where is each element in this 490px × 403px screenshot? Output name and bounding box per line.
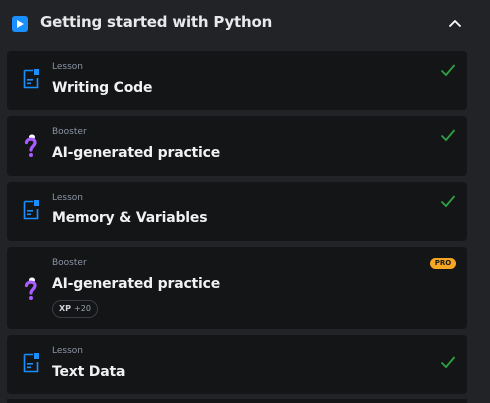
section-header[interactable]: Getting started with Python	[0, 0, 490, 48]
checkmark-icon	[440, 129, 456, 142]
play-icon	[12, 16, 28, 32]
checkmark-icon	[440, 64, 456, 77]
document-icon	[23, 69, 39, 89]
checkmark-icon	[440, 356, 456, 369]
item-type: Booster	[52, 127, 87, 137]
item-type: Lesson	[52, 346, 83, 356]
item-title: AI-generated practice	[52, 276, 221, 292]
list-item[interactable]: Lesson Writing Code	[7, 51, 467, 110]
document-icon	[23, 353, 39, 373]
section-title: Getting started with Python	[40, 13, 273, 31]
item-type: Lesson	[52, 193, 83, 203]
xp-label: XP	[59, 304, 72, 313]
item-title: Writing Code	[52, 80, 153, 96]
item-type: Lesson	[52, 62, 83, 72]
question-mark-icon	[24, 277, 37, 300]
pro-badge: PRO	[430, 258, 456, 269]
next-list-item-edge	[7, 399, 467, 403]
xp-value: +20	[74, 304, 91, 313]
item-title: Text Data	[52, 364, 126, 380]
item-title: Memory & Variables	[52, 210, 208, 226]
list-item[interactable]: Lesson Memory & Variables	[7, 182, 467, 241]
list-item[interactable]: Lesson Text Data	[7, 335, 467, 394]
list-item[interactable]: Booster AI-generated practice PRO XP +20	[7, 247, 467, 329]
question-mark-icon	[24, 134, 37, 157]
xp-badge: XP +20	[52, 300, 98, 318]
document-icon	[23, 200, 39, 220]
item-type: Booster	[52, 258, 87, 268]
item-title: AI-generated practice	[52, 145, 221, 161]
list-item[interactable]: Booster AI-generated practice	[7, 116, 467, 176]
chevron-up-icon[interactable]	[447, 17, 463, 29]
checkmark-icon	[440, 195, 456, 208]
